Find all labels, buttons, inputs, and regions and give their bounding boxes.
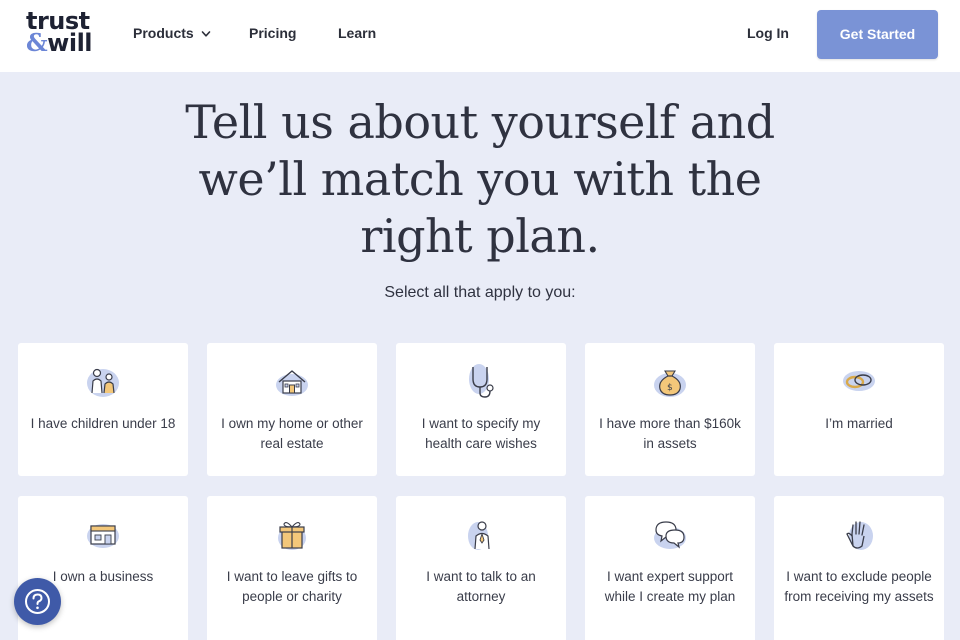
svg-text:$: $	[667, 383, 673, 393]
option-card-married[interactable]: I’m married	[774, 343, 944, 476]
option-label: I own my home or other real estate	[221, 416, 363, 451]
nav-pricing-link[interactable]: Pricing	[249, 25, 296, 41]
option-card-attorney[interactable]: I want to talk to an attorney	[396, 496, 566, 640]
option-label: I want to talk to an attorney	[426, 569, 536, 604]
logo-text-will: will	[47, 29, 93, 57]
top-nav: trust &will Products Pricing Learn Log I…	[0, 0, 960, 72]
option-label: I want to specify my health care wishes	[421, 416, 541, 451]
option-card-home[interactable]: I own my home or other real estate	[207, 343, 377, 476]
family-icon	[87, 368, 119, 397]
login-link[interactable]: Log In	[747, 25, 789, 41]
option-label: I’m married	[825, 416, 893, 431]
money-bag-icon: $	[654, 370, 686, 397]
raised-hand-icon	[846, 521, 873, 550]
stethoscope-icon	[469, 364, 494, 398]
option-label: I want to leave gifts to people or chari…	[226, 569, 358, 604]
storefront-icon	[87, 524, 119, 548]
option-label: I want expert support while I create my …	[604, 569, 736, 604]
trust-and-will-logo[interactable]: trust &will	[26, 9, 96, 57]
question-mark-icon	[25, 589, 50, 614]
option-card-health-care[interactable]: I want to specify my health care wishes	[396, 343, 566, 476]
logo-ampersand: &	[26, 28, 48, 57]
gift-icon	[278, 522, 306, 550]
option-card-assets[interactable]: $ I have more than $160k in assets	[585, 343, 755, 476]
option-card-exclude[interactable]: I want to exclude people from receiving …	[774, 496, 944, 640]
chat-bubbles-icon	[654, 521, 686, 549]
option-label: I have more than $160k in assets	[599, 416, 741, 451]
option-label: I want to exclude people from receiving …	[784, 569, 934, 604]
option-card-gifts[interactable]: I want to leave gifts to people or chari…	[207, 496, 377, 640]
rings-icon	[843, 371, 875, 391]
get-started-button[interactable]: Get Started	[817, 10, 938, 59]
attorney-icon	[468, 521, 490, 550]
nav-learn-link[interactable]: Learn	[338, 25, 376, 41]
option-label: I have children under 18	[30, 416, 176, 431]
option-card-expert-support[interactable]: I want expert support while I create my …	[585, 496, 755, 640]
option-card-children[interactable]: I have children under 18	[18, 343, 188, 476]
page-title: Tell us about yourself and we’ll match y…	[185, 95, 775, 263]
chevron-down-icon	[201, 31, 210, 37]
select-instruction: Select all that apply to you:	[384, 284, 576, 301]
nav-products-label: Products	[133, 25, 194, 41]
house-icon	[276, 370, 308, 396]
nav-products-menu[interactable]: Products	[133, 25, 211, 41]
help-chat-button[interactable]	[14, 578, 61, 625]
